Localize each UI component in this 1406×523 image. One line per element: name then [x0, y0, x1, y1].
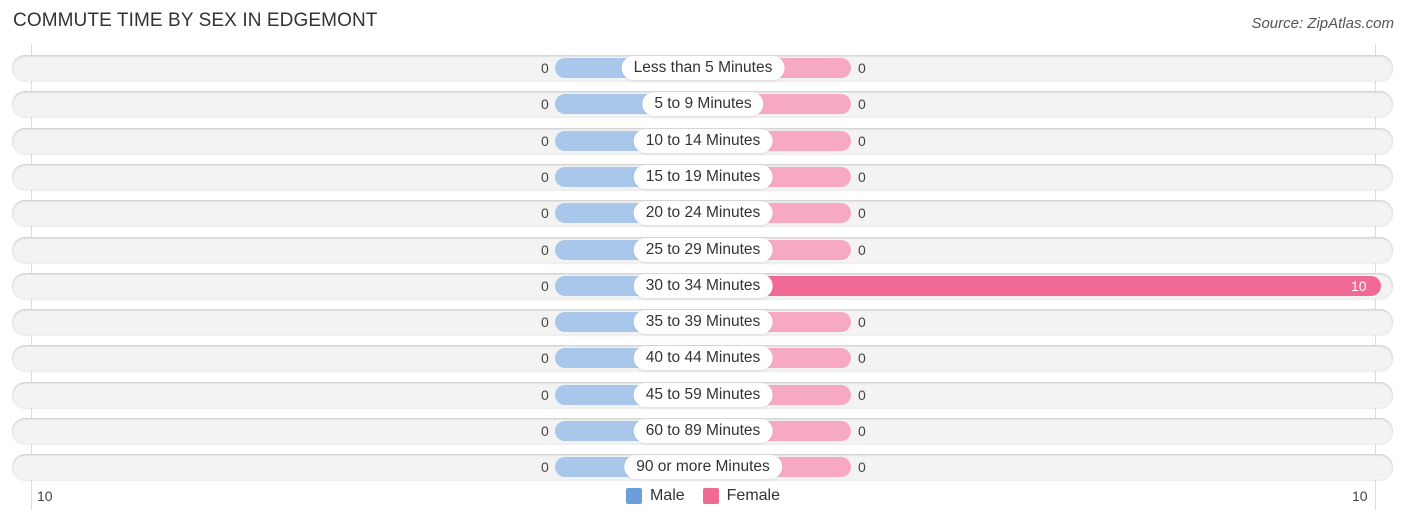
category-label: 35 to 39 Minutes	[633, 310, 773, 335]
female-value-label: 10	[1351, 277, 1367, 294]
female-value-label: 0	[858, 423, 866, 439]
legend-label-female: Female	[726, 487, 781, 504]
male-value-label: 0	[541, 132, 549, 149]
legend-swatch-male	[625, 488, 642, 504]
female-value-label: 0	[858, 168, 866, 185]
female-value-label: 0	[858, 132, 866, 149]
female-value-label: 0	[858, 459, 866, 476]
male-value-label: 0	[541, 459, 549, 476]
legend-item-male[interactable]: Male	[625, 487, 685, 505]
female-value-label: 0	[858, 350, 866, 367]
legend-item-female[interactable]: Female	[702, 487, 781, 505]
female-bar[interactable]	[703, 275, 1381, 296]
chart-title: COMMUTE TIME BY SEX IN EDGEMONT	[13, 10, 378, 31]
legend-swatch-female	[702, 488, 719, 504]
legend-label-male: Male	[649, 487, 685, 504]
category-label: 30 to 34 Minutes	[633, 273, 773, 298]
category-label: 40 to 44 Minutes	[633, 346, 773, 371]
category-label: 60 to 89 Minutes	[633, 419, 773, 443]
female-value-label: 0	[858, 96, 866, 113]
source-label: Source: ZipAtlas.com	[1251, 15, 1394, 32]
category-label: 5 to 9 Minutes	[642, 92, 764, 117]
male-value-label: 0	[541, 205, 549, 222]
legend: Male Female	[0, 487, 1406, 505]
category-label: 25 to 29 Minutes	[633, 237, 773, 262]
category-label: 15 to 19 Minutes	[633, 164, 773, 189]
male-value-label: 0	[541, 314, 549, 331]
male-value-label: 0	[541, 386, 549, 403]
category-label: 45 to 59 Minutes	[633, 382, 773, 407]
male-value-label: 0	[541, 241, 549, 258]
category-label: 20 to 24 Minutes	[633, 201, 773, 226]
category-label: 10 to 14 Minutes	[633, 128, 773, 153]
male-value-label: 0	[541, 96, 549, 113]
male-value-label: 0	[541, 423, 549, 439]
female-value-label: 0	[858, 314, 866, 331]
female-value-label: 0	[858, 205, 866, 222]
male-value-label: 0	[541, 277, 549, 294]
male-value-label: 0	[541, 350, 549, 367]
female-value-label: 0	[858, 241, 866, 258]
female-value-label: 0	[858, 60, 866, 76]
female-value-label: 0	[858, 386, 866, 403]
category-label: 90 or more Minutes	[624, 455, 782, 480]
male-value-label: 0	[541, 168, 549, 185]
male-value-label: 0	[541, 60, 549, 76]
category-label: Less than 5 Minutes	[621, 56, 785, 80]
